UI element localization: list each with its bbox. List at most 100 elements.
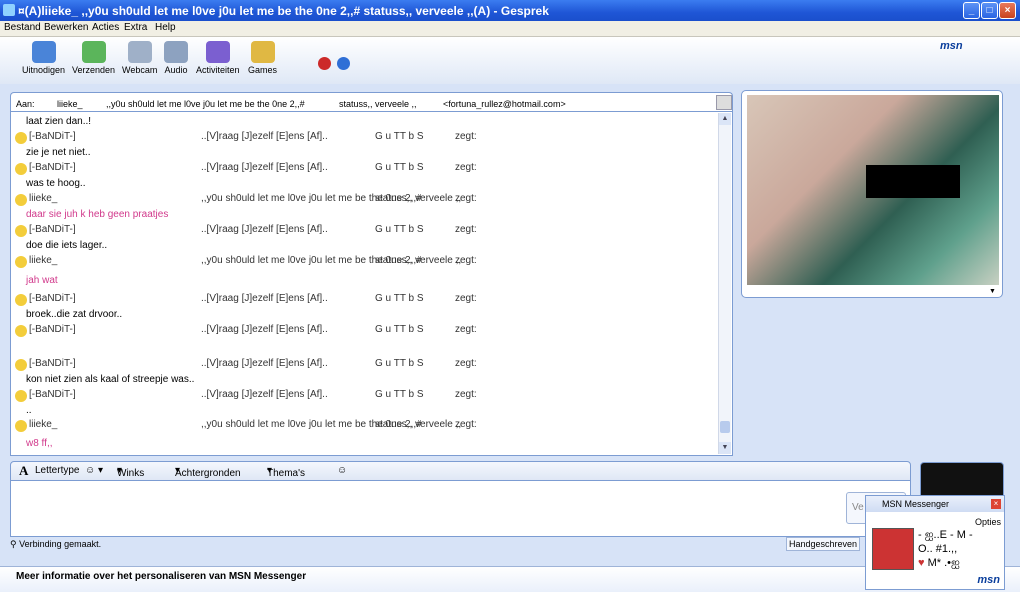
sender-n2: ..[V]raag [J]ezelf [E]ens [Af].. [201, 162, 328, 173]
sender-n1: liieke_ [29, 193, 58, 204]
games-button[interactable]: Games [248, 41, 277, 75]
webcam-icon [127, 41, 152, 63]
webcam-panel: ▼ [741, 90, 1003, 298]
message-text: broek..die zat drvoor.. [26, 309, 123, 320]
minimize-button[interactable]: _ [963, 2, 980, 19]
sender-n4: zegt: [455, 324, 477, 335]
menu-bewerken[interactable]: Bewerken [44, 22, 88, 33]
conversation-history[interactable]: ▲ ▼ laat zien dan..! [-BaNDiT-] ..[V]raag … [10, 111, 733, 456]
menu-acties[interactable]: Acties [92, 22, 119, 33]
message-input[interactable] [10, 481, 911, 537]
sender-n4: zegt: [455, 389, 477, 400]
sender-n4: zegt: [455, 162, 477, 173]
sender-n1: [-BaNDiT-] [29, 324, 76, 335]
format-toolbar: A Lettertype ☺ ▾ Winks ▾ Achtergronden ▾… [10, 461, 911, 481]
sender-n2: ..[V]raag [J]ezelf [E]ens [Af].. [201, 324, 328, 335]
message-text: daar sie juh k heb geen praatjes [26, 209, 169, 220]
emoticon-button[interactable]: ☺ ▾ [85, 465, 103, 476]
message-text: w8 ff,, [26, 438, 53, 449]
sender-n3: G u TT b S [375, 162, 424, 173]
sender-n4: zegt: [455, 224, 477, 235]
backgrounds-button[interactable]: Achtergronden ▾ [175, 465, 241, 479]
menu-extra[interactable]: Extra [124, 22, 147, 33]
toast-close-button[interactable]: × [991, 499, 1001, 509]
toast-options-link[interactable]: Opties [975, 517, 1001, 527]
sender-n1: liieke_ [29, 419, 58, 430]
sender-n1: [-BaNDiT-] [29, 224, 76, 235]
games-icon [250, 41, 275, 63]
message-text: kon niet zien als kaal of streepje was.. [26, 374, 195, 385]
close-button[interactable]: × [999, 2, 1016, 19]
winks-label: Winks [117, 468, 145, 479]
send-files-icon [81, 41, 106, 63]
sender-n1: [-BaNDiT-] [29, 389, 76, 400]
sender-n3: G u TT b S [375, 224, 424, 235]
activities-button[interactable]: Activiteiten [196, 41, 240, 75]
message-text: .. [26, 405, 32, 416]
chat-scrollbar[interactable]: ▲ ▼ [718, 113, 731, 454]
sender-n3: statuss,, verveele ,, [375, 255, 462, 266]
scroll-thumb[interactable] [720, 421, 730, 433]
connection-status: ⚲ Verbinding gemaakt. [10, 539, 101, 550]
webcam-button[interactable]: Webcam [122, 41, 157, 75]
winks-button[interactable]: Winks ▾ [117, 465, 144, 479]
activities-icon [205, 41, 230, 63]
scroll-up-icon[interactable]: ▲ [719, 113, 731, 125]
personalize-link[interactable]: Meer informatie over het personaliseren … [16, 571, 306, 582]
emoticon-icon [15, 325, 27, 337]
sender-n2: ..[V]raag [J]ezelf [E]ens [Af].. [201, 389, 328, 400]
emoticon-icon [15, 256, 27, 268]
recipient-name: liieke_ [57, 99, 83, 109]
emoticon-icon [15, 359, 27, 371]
emoticon-icon [15, 390, 27, 402]
status-icon: ⚲ [10, 539, 17, 549]
webcam-dropdown-icon[interactable]: ▼ [989, 288, 996, 295]
message-text: laat zien dan..! [26, 116, 92, 127]
handwriting-tab[interactable]: Handgeschreven [786, 537, 860, 551]
message-text: was te hoog.. [26, 178, 86, 189]
invite-icon [31, 41, 56, 63]
webcam-image [747, 95, 999, 285]
menu-bestand[interactable]: Bestand [4, 22, 41, 33]
emoticon-icon [15, 225, 27, 237]
send-files-button[interactable]: Verzenden [72, 41, 115, 75]
expand-icon[interactable] [716, 95, 732, 110]
notification-popup[interactable]: MSN Messenger × Opties - ஐ..E - M - O.. … [865, 495, 1005, 590]
background-sharing-icon[interactable] [337, 57, 350, 70]
maximize-button[interactable]: □ [981, 2, 998, 19]
sender-n2: ..[V]raag [J]ezelf [E]ens [Af].. [201, 358, 328, 369]
nudge-button[interactable]: ☺ [337, 465, 347, 476]
window-title: ¤(A)liieke_ ,,y0u sh0uld let me l0ve j0u… [18, 4, 549, 18]
toast-text: - ஐ..E - M - O.. #1.,, ♥ M* .•ஐ [918, 529, 973, 569]
recipient-email: <fortuna_rullez@hotmail.com> [443, 99, 566, 109]
sender-n4: zegt: [455, 358, 477, 369]
message-text: doe die iets lager.. [26, 240, 108, 251]
recipient-status: statuss,, verveele ,, [339, 99, 417, 109]
toast-avatar [872, 528, 914, 570]
sender-n3: statuss,, verveele ,, [375, 419, 462, 430]
emoticon-icon [15, 132, 27, 144]
scroll-down-icon[interactable]: ▼ [719, 442, 731, 454]
emoticon-icon [15, 420, 27, 432]
toast-msn-logo: msn [977, 574, 1000, 586]
sender-n2: ..[V]raag [J]ezelf [E]ens [Af].. [201, 293, 328, 304]
sender-n4: zegt: [455, 293, 477, 304]
recipient-bar: Aan: liieke_ ,,y0u sh0uld let me l0ve j0… [10, 92, 733, 111]
font-button[interactable]: Lettertype [35, 465, 79, 476]
sender-n1: [-BaNDiT-] [29, 358, 76, 369]
redaction-box [866, 165, 960, 198]
block-icon[interactable] [318, 57, 331, 70]
audio-button[interactable]: Audio [164, 41, 188, 75]
sender-n2: ..[V]raag [J]ezelf [E]ens [Af].. [201, 131, 328, 142]
sender-n1: liieke_ [29, 255, 58, 266]
menu-help[interactable]: Help [155, 22, 176, 33]
sender-n2: ..[V]raag [J]ezelf [E]ens [Af].. [201, 224, 328, 235]
themes-button[interactable]: Thema's ▾ [267, 465, 305, 479]
sender-n3: G u TT b S [375, 389, 424, 400]
emoticon-icon [15, 294, 27, 306]
audio-icon [164, 41, 188, 63]
message-text: zie je net niet.. [26, 147, 91, 158]
to-label: Aan: [16, 99, 35, 109]
sender-n1: [-BaNDiT-] [29, 131, 76, 142]
invite-button[interactable]: Uitnodigen [22, 41, 65, 75]
